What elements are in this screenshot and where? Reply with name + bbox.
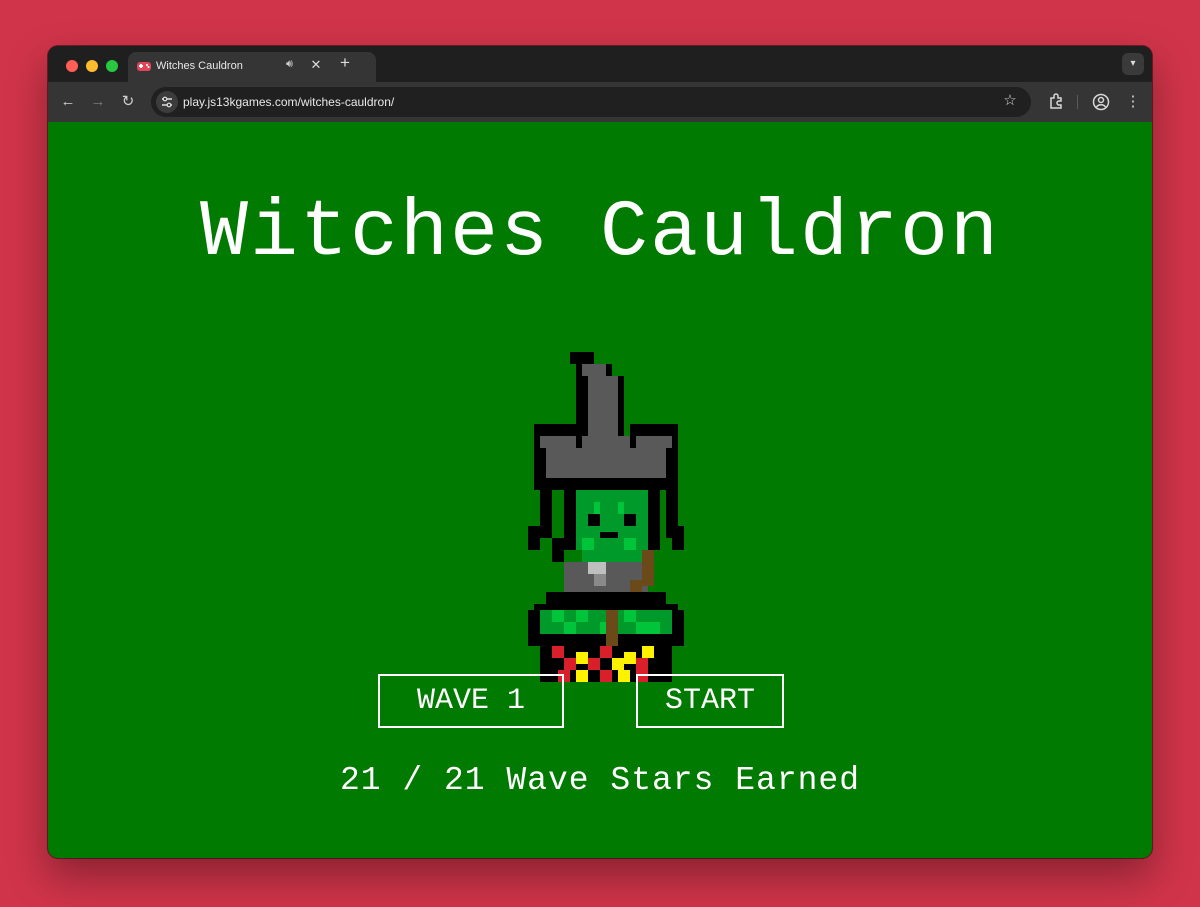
witch-face [576, 490, 648, 562]
game-canvas[interactable]: Witches Cauldron WAVE 1 START 21 / 21 Wa… [48, 122, 1152, 858]
address-bar[interactable]: play.js13kgames.com/witches-cauldron/ ☆ [151, 87, 1031, 117]
close-window-button[interactable] [66, 60, 78, 72]
close-icon[interactable]: ✕ [308, 57, 324, 73]
wave-select-button[interactable]: WAVE 1 [378, 674, 564, 728]
forward-icon[interactable]: → [88, 92, 108, 112]
game-title: Witches Cauldron [199, 188, 1001, 279]
wave-stars-text: 21 / 21 Wave Stars Earned [339, 762, 861, 799]
maximize-window-button[interactable] [106, 60, 118, 72]
gamepad-icon [137, 62, 151, 71]
speaker-icon[interactable]: 🔊︎ [286, 58, 300, 72]
browser-window: Witches Cauldron 🔊︎ ✕ + ▾ ← → ↻ play.js1… [48, 46, 1152, 858]
witch-hat [534, 352, 678, 490]
minimize-window-button[interactable] [86, 60, 98, 72]
reload-icon[interactable]: ↻ [118, 92, 138, 112]
plus-icon[interactable]: + [336, 54, 354, 72]
browser-toolbar: ← → ↻ play.js13kgames.com/witches-cauldr… [48, 82, 1152, 122]
extensions-icon[interactable] [1046, 92, 1066, 112]
witch-sprite [528, 352, 684, 682]
star-icon[interactable]: ☆ [1001, 92, 1019, 110]
chevron-down-icon[interactable]: ▾ [1122, 53, 1144, 75]
site-settings-icon[interactable] [156, 91, 178, 113]
back-icon[interactable]: ← [58, 92, 78, 112]
tab-strip: Witches Cauldron 🔊︎ ✕ + ▾ [48, 46, 1152, 82]
profile-icon[interactable] [1091, 92, 1111, 112]
start-button[interactable]: START [636, 674, 784, 728]
url-text: play.js13kgames.com/witches-cauldron/ [183, 95, 395, 109]
tab-title: Witches Cauldron [156, 60, 243, 72]
cauldron [528, 592, 684, 682]
more-icon[interactable]: ⋮ [1123, 92, 1143, 112]
toolbar-divider [1077, 95, 1078, 109]
